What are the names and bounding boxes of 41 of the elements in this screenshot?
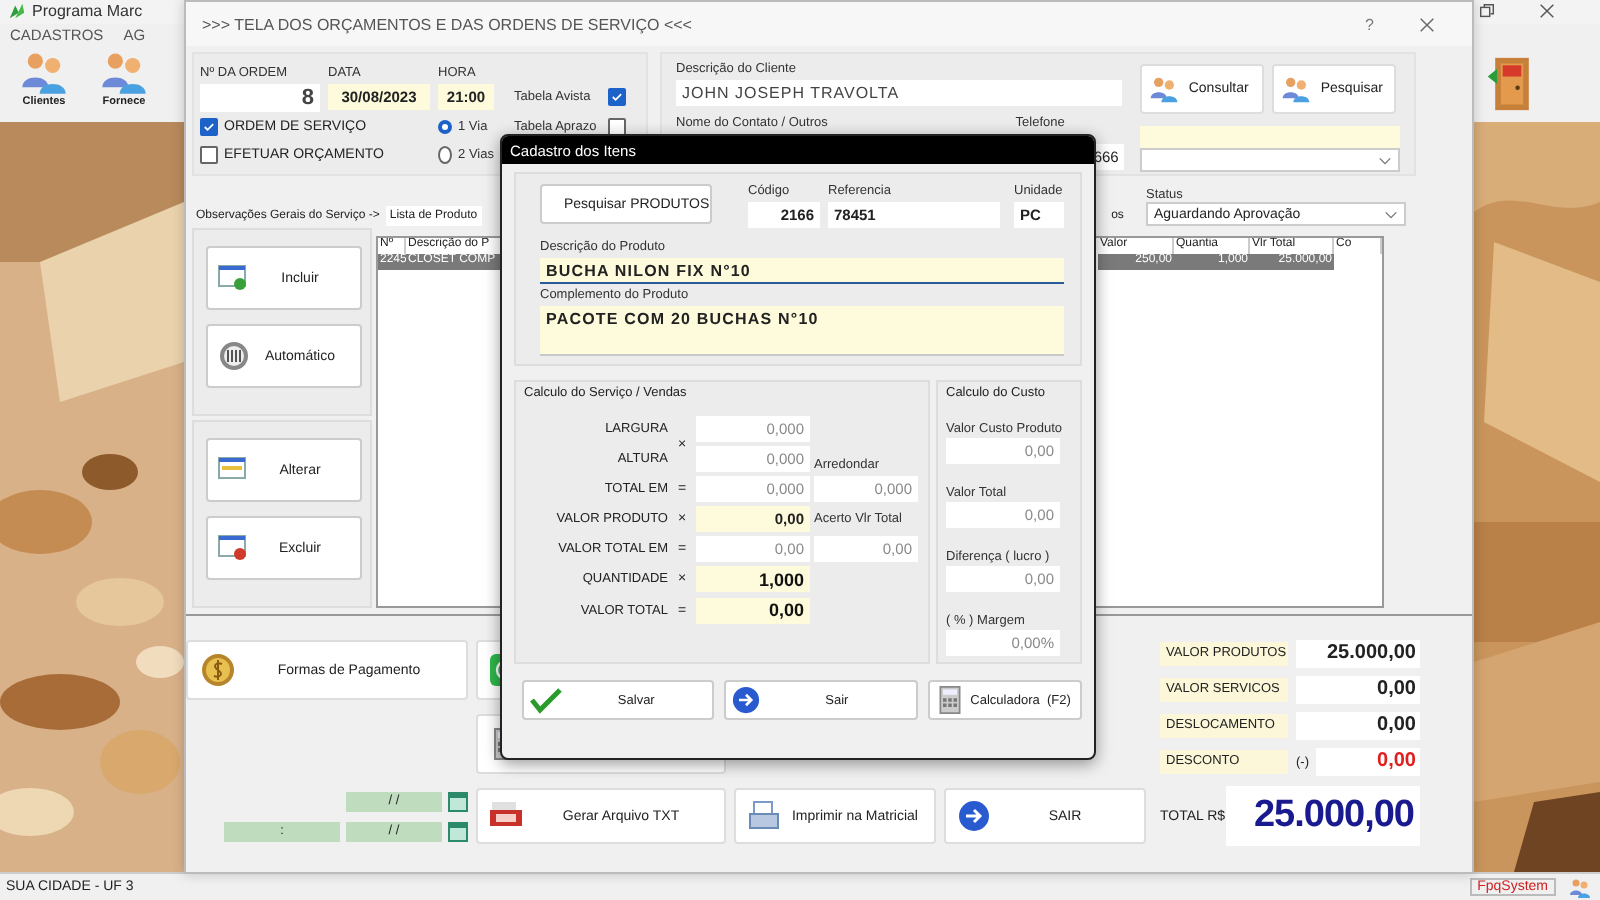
close-icon[interactable] xyxy=(1538,2,1556,21)
checkbox[interactable] xyxy=(200,146,218,164)
printer-icon xyxy=(748,800,780,832)
order-number-field[interactable]: 8 xyxy=(200,83,320,111)
quantity-field[interactable]: 1,000 xyxy=(696,566,810,592)
total-value: 0,00 xyxy=(1296,712,1420,740)
total-value: 0,00 xyxy=(1315,748,1420,776)
checkbox[interactable] xyxy=(200,118,218,136)
people-icon xyxy=(18,48,70,97)
radio-button[interactable] xyxy=(438,146,453,164)
people-icon xyxy=(98,48,150,97)
description-field[interactable]: BUCHA NILON FIX N°10 xyxy=(540,258,1064,284)
total-field[interactable]: 0,00 xyxy=(696,597,810,623)
calculator-icon xyxy=(935,686,964,714)
barcode-disc-icon xyxy=(218,340,250,372)
arrow-right-icon xyxy=(958,800,990,832)
document-icon xyxy=(490,800,522,832)
arrow-right-icon xyxy=(732,686,761,714)
total-value: 25.000,00 xyxy=(1296,640,1420,668)
chevron-down-icon xyxy=(1378,155,1392,165)
grand-total-value: 25.000,00 xyxy=(1226,786,1420,846)
window-dot-icon xyxy=(218,532,250,564)
complement-field[interactable]: PACOTE COM 20 BUCHAS N°10 xyxy=(540,306,1064,356)
checkbox[interactable] xyxy=(608,88,626,106)
people-icon xyxy=(1148,74,1181,104)
close-icon[interactable] xyxy=(1418,15,1436,33)
people-icon xyxy=(1280,74,1313,104)
people-icon xyxy=(1568,875,1592,900)
leaf-icon xyxy=(8,2,26,21)
app-title: Programa Marc xyxy=(32,2,143,21)
help-button[interactable]: ? xyxy=(1365,15,1374,33)
radio-button[interactable] xyxy=(438,120,452,134)
input-field[interactable] xyxy=(1140,126,1400,148)
window-title: >>> TELA DOS ORÇAMENTOS E DAS ORDENS DE SERVIÇO <<< xyxy=(202,15,692,33)
chevron-down-icon xyxy=(1384,209,1398,219)
restore-icon[interactable] xyxy=(1478,2,1496,21)
window-dot-icon xyxy=(218,262,250,294)
coin-icon xyxy=(200,652,236,688)
total-value: 0,00 xyxy=(1296,676,1420,704)
client-field[interactable]: JOHN JOSEPH TRAVOLTA xyxy=(676,80,1122,106)
check-icon xyxy=(530,684,562,716)
